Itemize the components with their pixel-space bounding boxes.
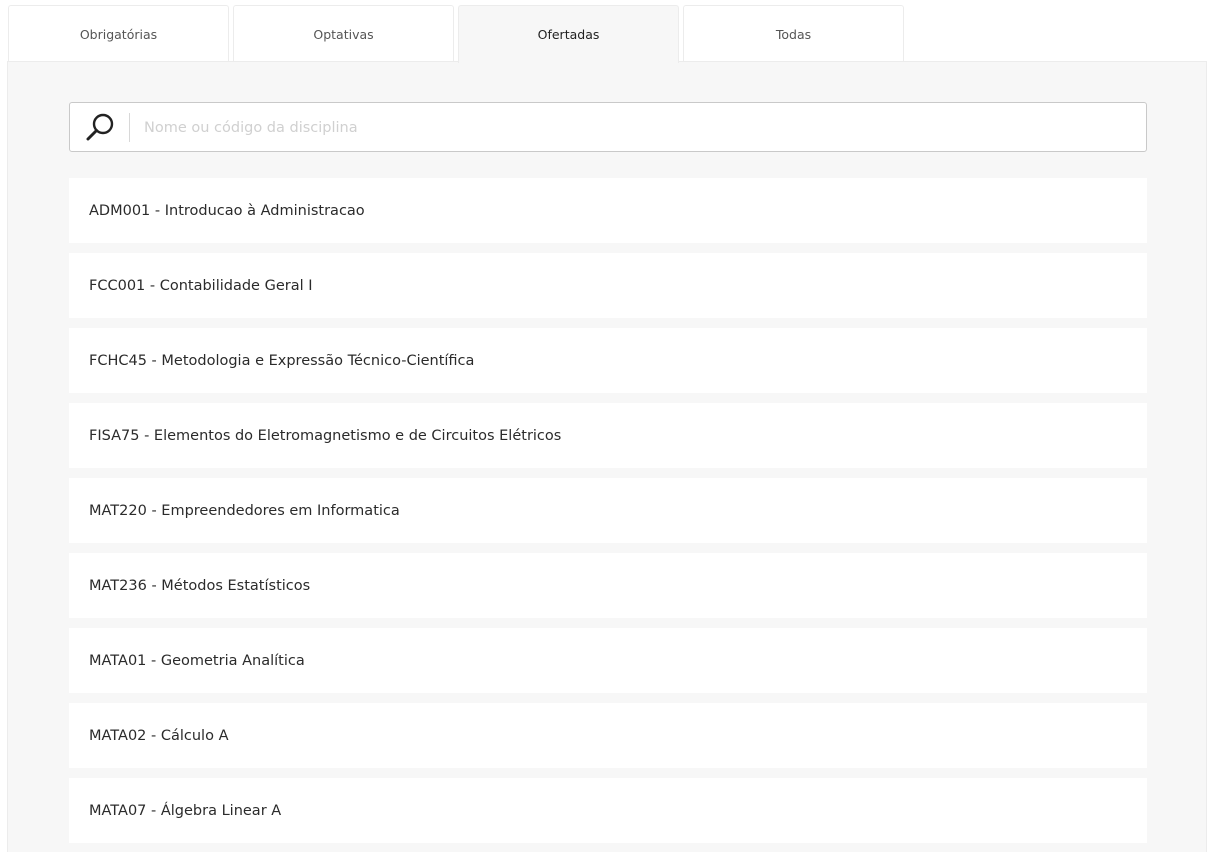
list-item[interactable]: FCC001 - Contabilidade Geral I xyxy=(69,253,1147,318)
list-item[interactable]: MAT220 - Empreendedores em Informatica xyxy=(69,478,1147,543)
list-item[interactable]: FCHC45 - Metodologia e Expressão Técnico… xyxy=(69,328,1147,393)
tab-todas[interactable]: Todas xyxy=(683,5,904,62)
tab-bar: Obrigatórias Optativas Ofertadas Todas xyxy=(8,5,908,63)
list-item[interactable]: FISA75 - Elementos do Eletromagnetismo e… xyxy=(69,403,1147,468)
list-item[interactable]: MATA07 - Álgebra Linear A xyxy=(69,778,1147,843)
list-item[interactable]: ADM001 - Introducao à Administracao xyxy=(69,178,1147,243)
tab-obrigatorias[interactable]: Obrigatórias xyxy=(8,5,229,62)
list-item[interactable]: MAT236 - Métodos Estatísticos xyxy=(69,553,1147,618)
tab-ofertadas[interactable]: Ofertadas xyxy=(458,5,679,63)
search-box xyxy=(69,102,1147,152)
search-divider xyxy=(129,113,130,142)
tab-panel: ADM001 - Introducao à Administracao FCC0… xyxy=(7,61,1207,852)
search-input[interactable] xyxy=(144,112,1134,144)
course-list: ADM001 - Introducao à Administracao FCC0… xyxy=(69,178,1147,852)
search-icon[interactable] xyxy=(84,112,116,144)
tab-optativas[interactable]: Optativas xyxy=(233,5,454,62)
list-item[interactable]: MATA02 - Cálculo A xyxy=(69,703,1147,768)
list-item[interactable]: MATA01 - Geometria Analítica xyxy=(69,628,1147,693)
